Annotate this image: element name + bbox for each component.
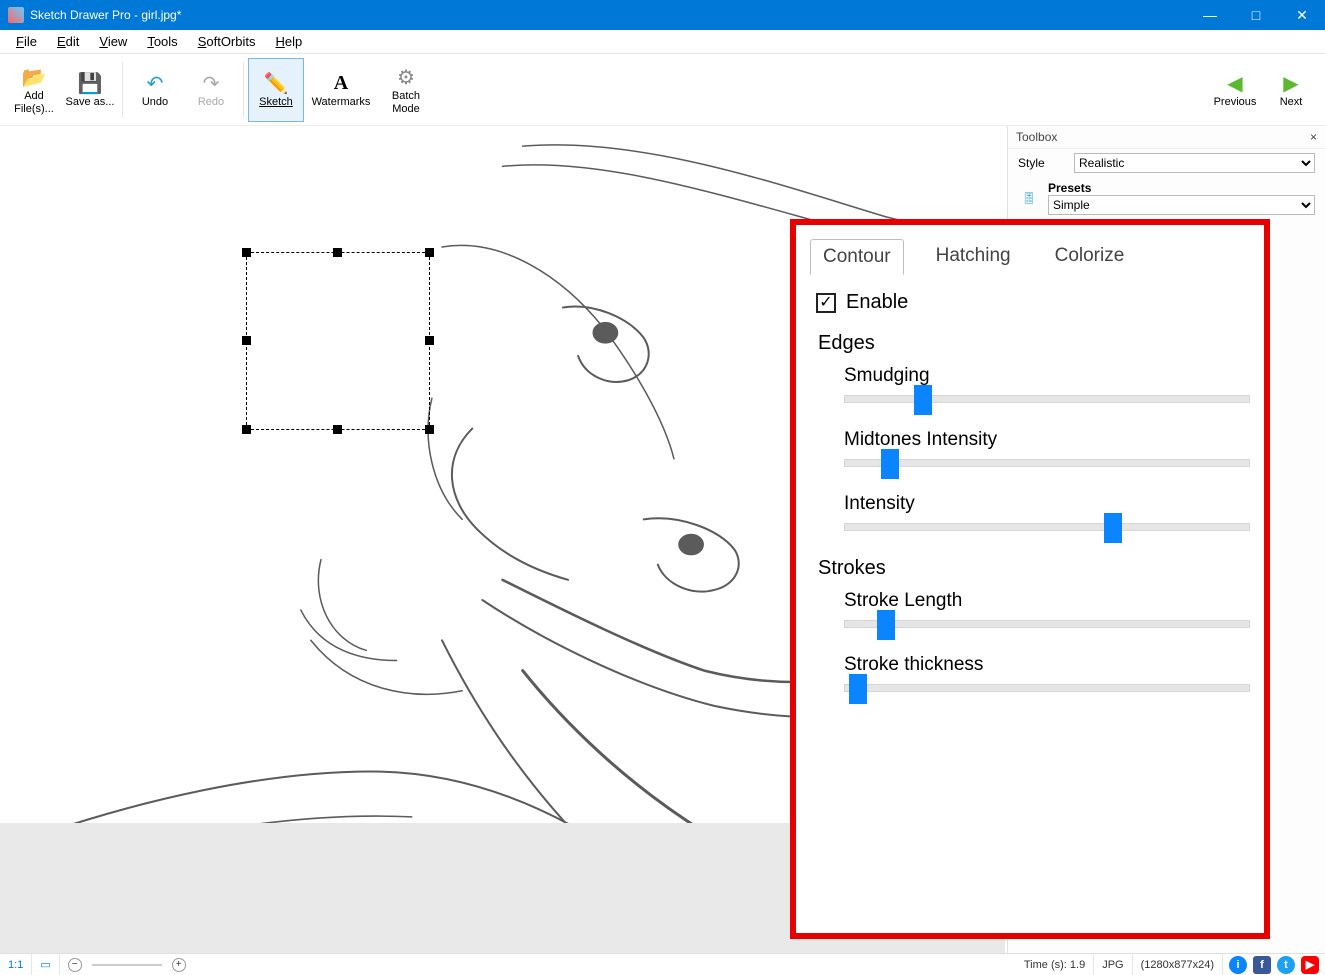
zoom-in-button[interactable]: +	[172, 958, 186, 972]
statusbar: 1:1 ▭ − + Time (s): 1.9 JPG (1280x877x24…	[0, 953, 1325, 975]
zoom-ratio[interactable]: 1:1	[0, 954, 32, 975]
undo-icon: ↶	[142, 70, 168, 96]
status-time: Time (s): 1.9	[1016, 954, 1094, 975]
selection-handle[interactable]	[425, 248, 434, 257]
stroke-length-label: Stroke Length	[844, 590, 1250, 612]
stroke-thickness-slider[interactable]	[844, 684, 1250, 692]
sketch-icon: ✏️	[263, 70, 289, 96]
status-dimensions: (1280x877x24)	[1133, 954, 1223, 975]
strokes-group-label: Strokes	[818, 557, 1242, 580]
stroke-thickness-label: Stroke thickness	[844, 654, 1250, 676]
info-icon[interactable]: i	[1229, 956, 1247, 974]
gear-icon: ⚙	[393, 64, 419, 90]
intensity-label: Intensity	[844, 493, 1250, 515]
presets-icon[interactable]: 🎚	[1018, 187, 1040, 209]
selection-rectangle[interactable]	[246, 252, 430, 430]
style-select[interactable]: Realistic	[1074, 153, 1315, 173]
twitter-icon[interactable]: t	[1277, 956, 1295, 974]
menu-softorbits[interactable]: SoftOrbits	[188, 32, 266, 51]
status-format: JPG	[1094, 954, 1132, 975]
selection-handle[interactable]	[425, 336, 434, 345]
enable-label: Enable	[846, 291, 908, 314]
presets-label: Presets	[1048, 181, 1315, 195]
menu-help[interactable]: Help	[265, 32, 312, 51]
fit-screen-button[interactable]: ▭	[32, 954, 59, 975]
selection-handle[interactable]	[425, 425, 434, 434]
zoom-slider[interactable]	[92, 964, 162, 966]
selection-handle[interactable]	[242, 425, 251, 434]
zoom-out-button[interactable]: −	[68, 958, 82, 972]
tab-hatching[interactable]: Hatching	[924, 239, 1023, 275]
arrow-right-icon: ▶	[1278, 70, 1304, 96]
panel-close-icon[interactable]: ×	[1310, 130, 1317, 144]
midtones-label: Midtones Intensity	[844, 429, 1250, 451]
window-titlebar: Sketch Drawer Pro - girl.jpg* — □ ✕	[0, 0, 1325, 30]
save-as-button[interactable]: 💾 Save as...	[62, 58, 118, 122]
presets-select[interactable]: Simple	[1048, 195, 1315, 215]
redo-button[interactable]: ↷ Redo	[183, 58, 239, 122]
style-label: Style	[1018, 156, 1066, 170]
selection-handle[interactable]	[242, 248, 251, 257]
selection-handle[interactable]	[333, 425, 342, 434]
slider-thumb[interactable]	[1104, 513, 1122, 543]
window-maximize-button[interactable]: □	[1233, 0, 1279, 30]
smudging-slider[interactable]	[844, 395, 1250, 403]
toolbox-title: Toolbox	[1016, 130, 1057, 144]
redo-icon: ↷	[198, 70, 224, 96]
selection-handle[interactable]	[333, 248, 342, 257]
arrow-left-icon: ◀	[1222, 70, 1248, 96]
previous-button[interactable]: ◀ Previous	[1207, 58, 1263, 122]
slider-thumb[interactable]	[877, 610, 895, 640]
menu-edit[interactable]: Edit	[47, 32, 89, 51]
tab-colorize[interactable]: Colorize	[1043, 239, 1137, 275]
save-icon: 💾	[77, 70, 103, 96]
edges-group-label: Edges	[818, 332, 1242, 355]
app-icon	[8, 7, 24, 23]
intensity-slider[interactable]	[844, 523, 1250, 531]
contour-settings-panel: Contour Hatching Colorize ✓ Enable Edges…	[790, 219, 1270, 939]
slider-thumb[interactable]	[914, 385, 932, 415]
enable-checkbox[interactable]: ✓	[816, 293, 836, 313]
stroke-length-slider[interactable]	[844, 620, 1250, 628]
menu-tools[interactable]: Tools	[137, 32, 187, 51]
batch-mode-button[interactable]: ⚙ Batch Mode	[378, 58, 434, 122]
add-files-icon: 📂	[21, 64, 47, 90]
window-close-button[interactable]: ✕	[1279, 0, 1325, 30]
add-files-button[interactable]: 📂 Add File(s)...	[6, 58, 62, 122]
facebook-icon[interactable]: f	[1253, 956, 1271, 974]
selection-handle[interactable]	[242, 336, 251, 345]
slider-thumb[interactable]	[849, 674, 867, 704]
youtube-icon[interactable]: ▶	[1301, 956, 1319, 974]
next-button[interactable]: ▶ Next	[1263, 58, 1319, 122]
window-minimize-button[interactable]: —	[1187, 0, 1233, 30]
watermarks-button[interactable]: A Watermarks	[304, 58, 378, 122]
tab-contour[interactable]: Contour	[810, 239, 904, 275]
watermark-icon: A	[328, 70, 354, 96]
sketch-button[interactable]: ✏️ Sketch	[248, 58, 304, 122]
menubar: File Edit View Tools SoftOrbits Help	[0, 30, 1325, 54]
window-title: Sketch Drawer Pro - girl.jpg*	[30, 8, 1187, 22]
menu-view[interactable]: View	[89, 32, 137, 51]
menu-file[interactable]: File	[6, 32, 47, 51]
undo-button[interactable]: ↶ Undo	[127, 58, 183, 122]
midtones-slider[interactable]	[844, 459, 1250, 467]
slider-thumb[interactable]	[881, 449, 899, 479]
main-toolbar: 📂 Add File(s)... 💾 Save as... ↶ Undo ↷ R…	[0, 54, 1325, 126]
smudging-label: Smudging	[844, 365, 1250, 387]
